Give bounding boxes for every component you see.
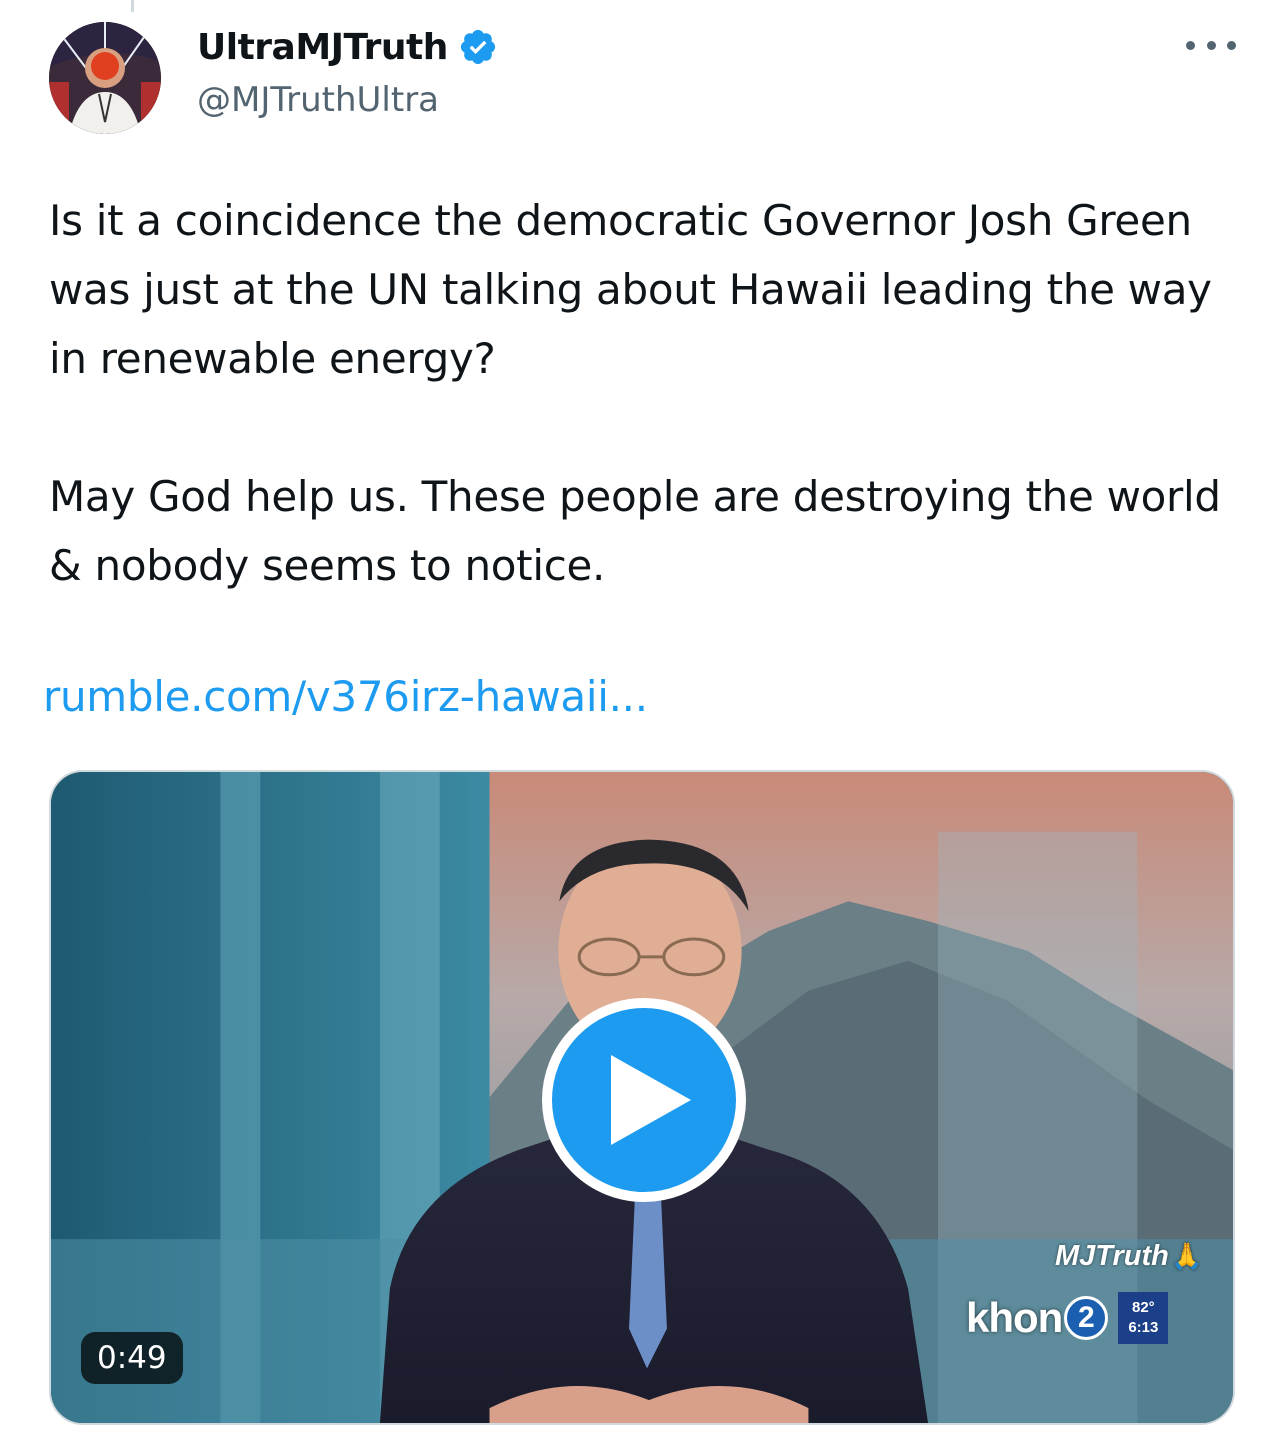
avatar[interactable]: [49, 22, 161, 134]
tweet-paragraph-2: May God help us. These people are destro…: [49, 472, 1221, 590]
temperature: 82°: [1131, 1299, 1155, 1316]
play-icon[interactable]: [542, 998, 746, 1202]
broadcast-time: 6:13: [1128, 1319, 1159, 1336]
weather-time-box: 82° 6:13: [1118, 1292, 1169, 1344]
tweet-text: Is it a coincidence the democratic Gover…: [49, 186, 1249, 600]
more-dot: [1186, 40, 1195, 50]
author-handle[interactable]: @MJTruthUltra: [197, 80, 439, 120]
watermark-text: MJTruth: [1055, 1240, 1169, 1272]
verified-badge-icon: [460, 29, 495, 65]
tweet-link[interactable]: rumble.com/v376irz-hawaii...: [43, 672, 648, 721]
more-dot: [1206, 40, 1216, 50]
more-dot: [1227, 40, 1236, 50]
author-name-row[interactable]: UltraMJTruth: [197, 24, 498, 70]
thread-connector-line: [131, 0, 134, 12]
avatar-image: [49, 22, 161, 134]
play-triangle: [611, 1055, 691, 1145]
station-number: 2: [1064, 1296, 1109, 1340]
more-horizontal-icon[interactable]: [1186, 30, 1236, 60]
video-player[interactable]: 0:49 MJTruth🙏 khon 2 82° 6:13: [49, 770, 1235, 1425]
video-duration-badge: 0:49: [81, 1332, 183, 1384]
display-name[interactable]: UltraMJTruth: [197, 27, 448, 68]
tweet-paragraph-1: Is it a coincidence the democratic Gover…: [49, 196, 1212, 383]
praying-hands-emoji: 🙏: [1170, 1241, 1204, 1271]
video-watermark: MJTruth🙏: [1055, 1240, 1203, 1273]
station-name: khon: [966, 1294, 1063, 1341]
station-logo: khon 2 82° 6:13: [966, 1284, 1169, 1352]
